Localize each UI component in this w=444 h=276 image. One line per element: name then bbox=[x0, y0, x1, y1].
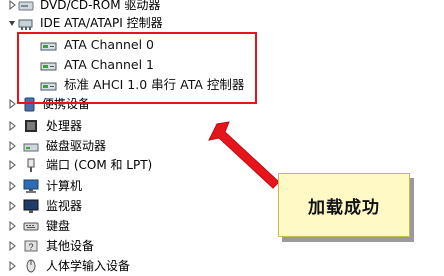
annotation-arrow-icon bbox=[208, 121, 280, 189]
hid-icon bbox=[23, 258, 39, 274]
tree-item-hid[interactable]: 人体学输入设备 bbox=[0, 256, 300, 276]
ide-controller-icon bbox=[18, 15, 34, 31]
expand-arrow-icon[interactable] bbox=[9, 99, 17, 109]
tree-item-label: 端口 (COM 和 LPT) bbox=[46, 158, 153, 172]
other-devices-icon: ? bbox=[23, 238, 39, 254]
tree-item-other-devices[interactable]: ? 其他设备 bbox=[0, 236, 300, 256]
computer-icon bbox=[23, 178, 39, 194]
tree-item-monitors[interactable]: 监视器 bbox=[0, 196, 300, 216]
tree-item-label: 处理器 bbox=[46, 119, 83, 133]
tree-item-label: IDE ATA/ATAPI 控制器 bbox=[40, 16, 163, 30]
expand-arrow-icon[interactable] bbox=[9, 160, 17, 170]
tree-item-label: DVD/CD-ROM 驱动器 bbox=[40, 0, 161, 12]
port-icon bbox=[23, 157, 39, 173]
processor-icon bbox=[23, 118, 39, 134]
expand-arrow-icon[interactable] bbox=[9, 241, 17, 251]
callout-text: 加载成功 bbox=[308, 197, 380, 218]
keyboard-icon bbox=[23, 218, 39, 234]
expand-arrow-icon[interactable] bbox=[9, 201, 17, 211]
tree-item-label: 键盘 bbox=[46, 219, 71, 233]
highlight-box bbox=[17, 32, 257, 104]
expand-arrow-icon[interactable] bbox=[9, 121, 17, 131]
tree-item-label: 其他设备 bbox=[46, 239, 95, 253]
svg-text:?: ? bbox=[28, 242, 33, 252]
dvd-drive-icon bbox=[18, 0, 34, 13]
callout-note: 加载成功 bbox=[278, 173, 410, 237]
tree-item-ide-controller[interactable]: IDE ATA/ATAPI 控制器 bbox=[0, 13, 300, 33]
disk-drive-icon bbox=[23, 138, 39, 154]
collapse-arrow-icon[interactable] bbox=[8, 18, 16, 28]
expand-arrow-icon[interactable] bbox=[9, 221, 17, 231]
tree-item-keyboards[interactable]: 键盘 bbox=[0, 216, 300, 236]
monitor-icon bbox=[23, 198, 39, 214]
expand-arrow-icon[interactable] bbox=[9, 181, 17, 191]
expand-arrow-icon[interactable] bbox=[9, 0, 17, 10]
expand-arrow-icon[interactable] bbox=[9, 261, 17, 271]
tree-item-label: 监视器 bbox=[46, 199, 83, 213]
tree-item-label: 计算机 bbox=[46, 179, 83, 193]
tree-item-label: 磁盘驱动器 bbox=[46, 139, 107, 153]
expand-arrow-icon[interactable] bbox=[9, 141, 17, 151]
tree-item-label: 人体学输入设备 bbox=[46, 259, 131, 273]
